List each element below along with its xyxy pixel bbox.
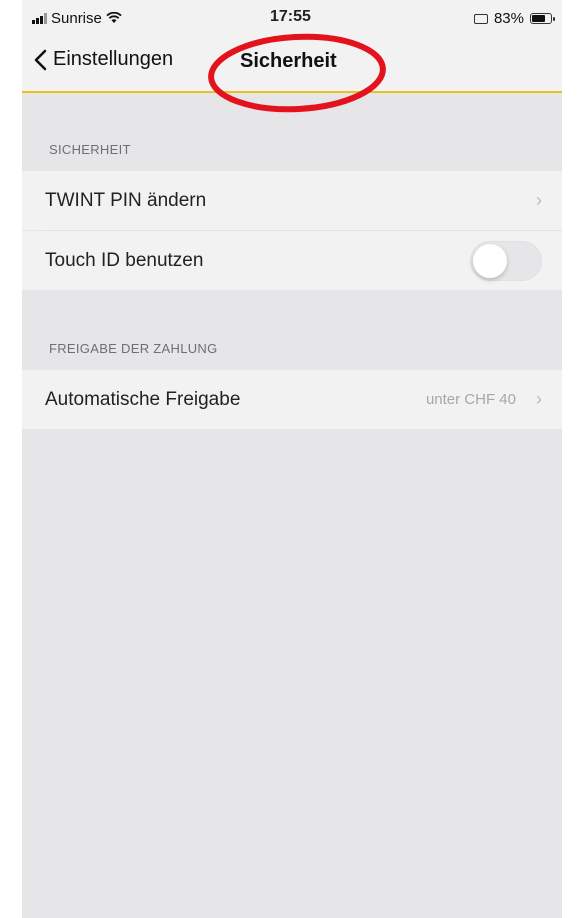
section-header-sicherheit: SICHERHEIT (49, 142, 131, 157)
touch-id-toggle[interactable] (470, 240, 542, 281)
chevron-left-icon (34, 49, 47, 70)
back-button-label: Einstellungen (53, 48, 174, 70)
section-header-freigabe: FREIGABE DER ZAHLUNG (49, 341, 218, 356)
toggle-knob (473, 243, 507, 278)
row-automatische-freigabe[interactable]: Automatische Freigabe unter CHF 40 › (22, 370, 562, 429)
status-time: 17:55 (270, 8, 311, 25)
row-value: unter CHF 40 (425, 391, 516, 408)
navigation-bar: Einstellungen Sicherheit (22, 38, 562, 93)
back-button[interactable]: Einstellungen (34, 48, 173, 71)
screen-mirroring-icon (473, 13, 488, 24)
row-touch-id: Touch ID benutzen (22, 231, 562, 290)
wifi-icon (106, 11, 122, 27)
page-title: Sicherheit (240, 50, 337, 72)
row-label: TWINT PIN ändern (45, 189, 207, 211)
status-bar-right: 83% (473, 10, 555, 27)
signal-icon (32, 13, 47, 24)
status-bar-left: Sunrise (32, 10, 122, 27)
carrier-name: Sunrise (51, 10, 102, 27)
chevron-right-icon: › (536, 190, 542, 210)
phone-screen: Sunrise 17:55 83% Einstellungen Sicherhe… (22, 0, 562, 918)
battery-icon (530, 13, 555, 24)
battery-percent: 83% (493, 10, 524, 27)
row-twint-pin[interactable]: TWINT PIN ändern › (22, 171, 562, 230)
row-label: Automatische Freigabe (45, 388, 241, 410)
row-label: Touch ID benutzen (45, 249, 204, 271)
chevron-right-icon: › (536, 389, 542, 409)
status-bar: Sunrise 17:55 83% (22, 0, 562, 38)
